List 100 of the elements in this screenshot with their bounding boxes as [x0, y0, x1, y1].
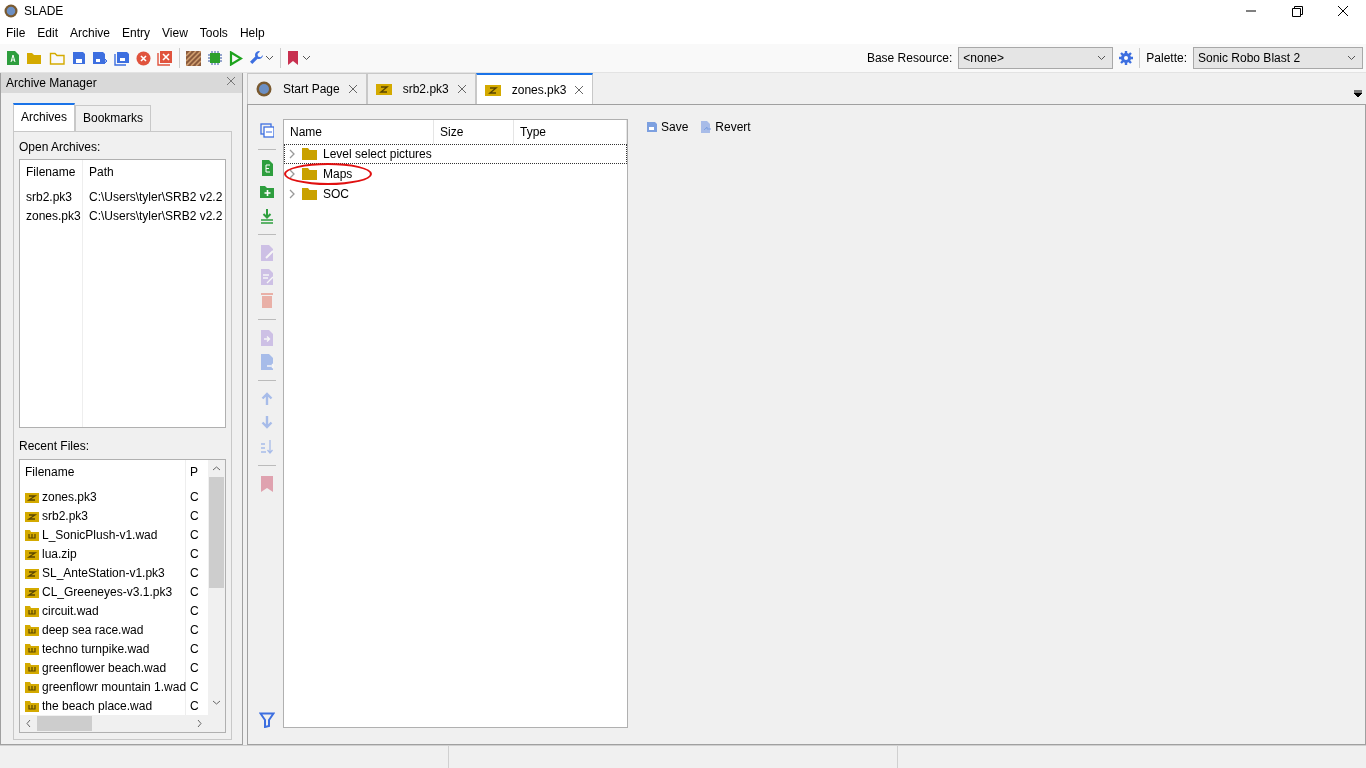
file-path: C — [190, 660, 200, 677]
file-path: C:\Users\tyler\SRB2 v2.2 — [89, 189, 223, 206]
column-header[interactable]: Size — [434, 120, 514, 144]
column-header[interactable]: Type — [514, 120, 627, 144]
folder-name[interactable]: SOC — [323, 185, 349, 203]
file-name[interactable]: CL_Greeneyes-v3.1.pk3 — [42, 583, 173, 602]
file-name[interactable]: circuit.wad — [42, 602, 99, 621]
file-name[interactable]: techno turnpike.wad — [42, 640, 150, 659]
revert-button[interactable]: Revert — [700, 119, 751, 135]
caret-icon[interactable] — [265, 55, 274, 61]
new-archive-icon[interactable] — [6, 50, 20, 66]
file-name[interactable]: greenflowr mountain 1.wad — [42, 678, 187, 697]
vertical-scrollbar[interactable] — [208, 460, 225, 732]
close-icon[interactable] — [574, 84, 585, 95]
zip-file-icon — [25, 586, 39, 599]
file-path: C — [190, 546, 200, 563]
zip-file-icon — [25, 510, 39, 523]
file-path: C:\Users\tyler\SRB2 v2.2 — [89, 208, 223, 225]
palette-dropdown[interactable]: Sonic Robo Blast 2 — [1193, 47, 1363, 69]
save-all-icon[interactable] — [114, 50, 130, 66]
file-path: C — [190, 527, 200, 544]
zip-file-icon — [375, 81, 392, 97]
save-button[interactable]: Save — [646, 119, 689, 135]
wrench-icon[interactable] — [249, 50, 265, 66]
wad-file-icon — [25, 643, 39, 656]
file-name[interactable]: greenflower beach.wad — [42, 659, 167, 678]
file-name[interactable]: zones.pk3 — [26, 207, 82, 226]
column-header[interactable]: P — [190, 463, 204, 482]
folder-name[interactable]: Maps — [323, 165, 353, 183]
zip-file-icon — [25, 548, 39, 561]
close-icon[interactable] — [347, 84, 358, 94]
file-name[interactable]: lua.zip — [42, 545, 77, 564]
wad-file-icon — [25, 624, 39, 637]
folder-icon[interactable] — [26, 51, 43, 65]
caret-icon[interactable] — [302, 55, 311, 61]
bookmark-icon[interactable] — [287, 50, 299, 66]
file-name[interactable]: zones.pk3 — [42, 488, 97, 507]
settings-icon[interactable] — [1119, 51, 1134, 65]
file-path: C — [190, 603, 200, 620]
wad-file-icon — [25, 529, 39, 542]
panel-title: Archive Manager — [6, 75, 97, 92]
folder-icon[interactable] — [49, 51, 66, 65]
folder-icon — [302, 167, 317, 181]
file-name[interactable]: L_SonicPlush-v1.wad — [42, 526, 158, 545]
wad-file-icon — [25, 681, 39, 694]
tab-list-icon[interactable] — [1353, 90, 1363, 98]
file-path: C — [190, 698, 200, 715]
file-path: C — [190, 679, 200, 696]
import-icon[interactable] — [260, 208, 274, 224]
menu-item[interactable]: Entry — [116, 22, 157, 44]
base-resource-label: Base Resource: — [866, 50, 953, 67]
file-name[interactable]: the beach place.wad — [42, 697, 153, 715]
document-tab[interactable]: srb2.pk3 — [366, 73, 476, 104]
file-name[interactable]: srb2.pk3 — [26, 188, 82, 207]
base-resource-dropdown[interactable]: <none> — [958, 47, 1114, 69]
folder-name[interactable]: Level select pictures — [323, 145, 432, 163]
palette-label: Palette: — [1146, 50, 1187, 67]
menu-item[interactable]: Archive — [64, 22, 117, 44]
wad-file-icon — [25, 605, 39, 618]
close-icon[interactable] — [456, 84, 467, 94]
file-path: C — [190, 508, 200, 525]
save-as-icon[interactable] — [92, 51, 108, 65]
map-chip-icon[interactable] — [207, 50, 223, 66]
column-header[interactable]: Path — [89, 163, 223, 182]
document-tab[interactable]: Start Page — [247, 73, 367, 104]
document-tab[interactable]: zones.pk3 — [475, 73, 594, 104]
section-label: Open Archives: — [19, 139, 102, 156]
file-path: C — [190, 641, 200, 658]
menu-item[interactable]: View — [156, 22, 194, 44]
zip-file-icon — [25, 567, 39, 580]
horizontal-scrollbar[interactable] — [20, 715, 208, 732]
column-header[interactable]: Filename — [25, 463, 185, 482]
new-file-icon[interactable] — [260, 160, 274, 176]
collapse-icon[interactable] — [260, 123, 274, 139]
menu-item[interactable]: Tools — [193, 22, 234, 44]
file-name[interactable]: deep sea race.wad — [42, 621, 144, 640]
file-name[interactable]: SL_AnteStation-v1.pk3 — [42, 564, 165, 583]
file-name[interactable]: srb2.pk3 — [42, 507, 89, 526]
column-header[interactable]: Name — [284, 120, 434, 144]
menu-item[interactable]: Edit — [31, 22, 65, 44]
close-archive-icon[interactable] — [136, 50, 151, 66]
panel-tab[interactable]: Bookmarks — [75, 105, 152, 131]
menu-item[interactable]: Help — [233, 22, 271, 44]
caret-icon — [1347, 55, 1356, 61]
revert-icon — [700, 121, 713, 133]
texture-icon[interactable] — [186, 50, 201, 66]
file-path: C — [190, 489, 200, 506]
save-icon[interactable] — [72, 51, 86, 65]
folder-icon — [302, 187, 317, 201]
close-icon[interactable] — [226, 76, 236, 86]
panel-tab[interactable]: Archives — [13, 103, 75, 131]
new-folder-icon[interactable] — [260, 184, 274, 200]
section-label: Recent Files: — [19, 438, 91, 455]
close-all-icon[interactable] — [157, 50, 173, 66]
filter-icon[interactable] — [259, 712, 275, 728]
file-path: C — [190, 622, 200, 639]
menu-item[interactable]: File — [0, 22, 32, 44]
app-logo-icon — [4, 4, 18, 18]
play-icon[interactable] — [229, 50, 243, 66]
column-header[interactable]: Filename — [26, 163, 82, 182]
